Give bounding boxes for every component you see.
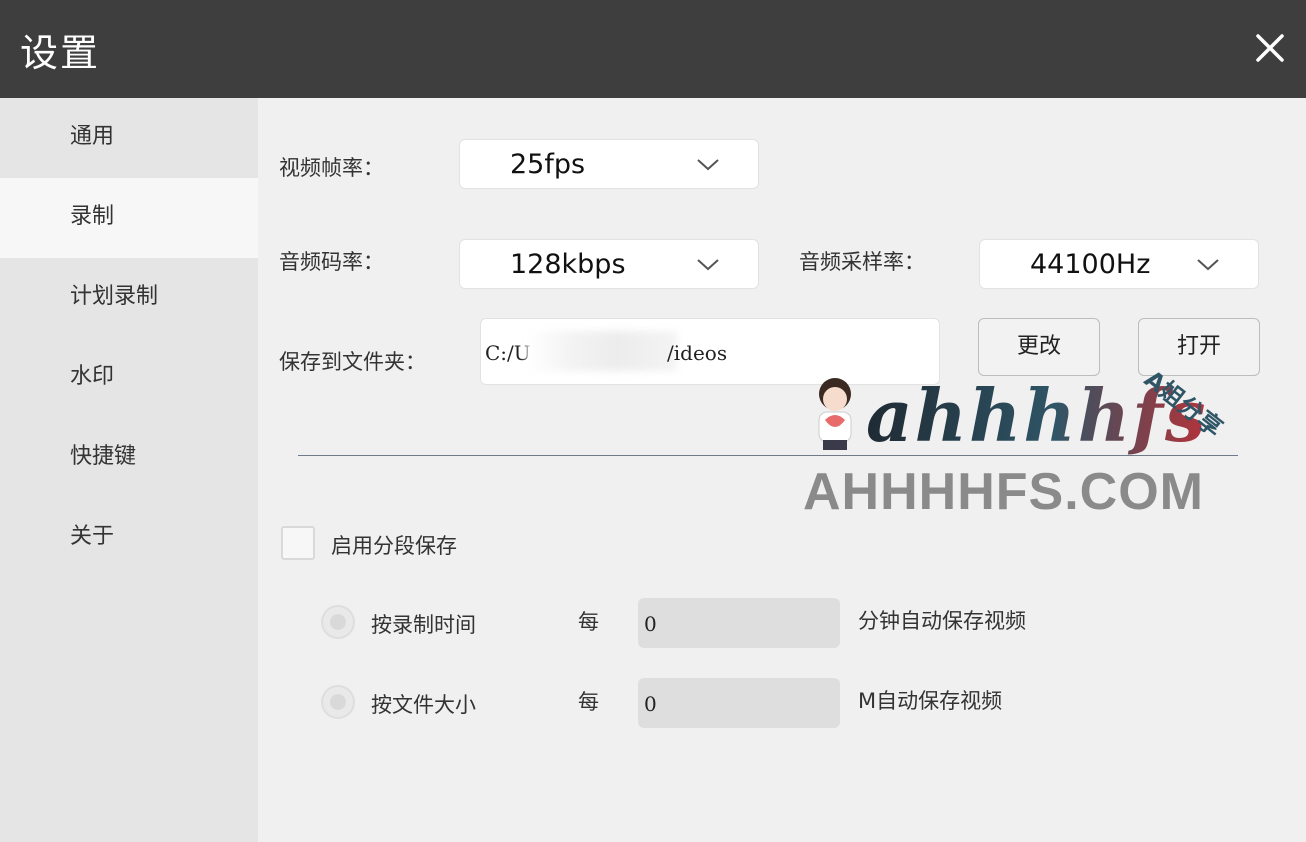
sidebar-item-label: 录制 — [70, 204, 115, 229]
save-path-prefix: C:/U — [485, 341, 531, 365]
audio-bitrate-value: 128kbps — [510, 249, 626, 280]
chevron-down-icon — [697, 259, 719, 271]
sidebar-item-general[interactable]: 通用 — [0, 98, 258, 178]
video-fps-select[interactable]: 25fps — [459, 139, 759, 189]
audio-samplerate-select[interactable]: 44100Hz — [979, 239, 1259, 289]
by-size-mb-value: 0 — [644, 692, 657, 716]
save-path-suffix: /ideos — [667, 341, 728, 365]
close-icon — [1256, 34, 1284, 62]
window-title: 设置 — [20, 31, 101, 75]
sidebar-item-label: 关于 — [70, 524, 115, 549]
sidebar-item-label: 快捷键 — [70, 444, 137, 469]
audio-samplerate-label: 音频采样率： — [799, 250, 925, 274]
sidebar-item-watermark[interactable]: 水印 — [0, 338, 258, 418]
segment-save-checkbox[interactable] — [281, 526, 315, 560]
section-divider — [298, 455, 1238, 456]
sidebar-item-scheduled-recording[interactable]: 计划录制 — [0, 258, 258, 338]
by-size-every-label: 每 — [578, 690, 599, 714]
by-time-minutes-input[interactable]: 0 — [638, 598, 840, 648]
audio-bitrate-label: 音频码率： — [279, 250, 384, 274]
sidebar-item-recording[interactable]: 录制 — [0, 178, 258, 258]
by-size-mb-input[interactable]: 0 — [638, 678, 840, 728]
by-time-every-label: 每 — [578, 610, 599, 634]
by-time-minutes-value: 0 — [644, 612, 657, 636]
settings-panel — [258, 98, 1306, 842]
sidebar-item-label: 计划录制 — [70, 284, 159, 309]
close-button[interactable] — [1248, 26, 1292, 70]
segment-save-label: 启用分段保存 — [331, 534, 457, 558]
chevron-down-icon — [697, 159, 719, 171]
change-folder-button[interactable]: 更改 — [978, 318, 1100, 376]
sidebar: 通用 录制 计划录制 水印 快捷键 关于 — [0, 98, 258, 842]
video-fps-value: 25fps — [510, 149, 586, 180]
sidebar-item-about[interactable]: 关于 — [0, 498, 258, 578]
title-bar: 设置 — [0, 0, 1306, 98]
by-time-label: 按录制时间 — [371, 613, 476, 637]
sidebar-item-label: 水印 — [70, 364, 115, 389]
redacted-path-segment — [527, 331, 677, 371]
save-path-field[interactable]: C:/U /ideos — [480, 318, 940, 385]
save-folder-label: 保存到文件夹： — [279, 350, 426, 374]
by-size-radio[interactable] — [321, 685, 355, 719]
by-time-radio[interactable] — [321, 605, 355, 639]
by-size-label: 按文件大小 — [371, 693, 476, 717]
open-folder-button[interactable]: 打开 — [1138, 318, 1260, 376]
by-time-unit-label: 分钟自动保存视频 — [858, 609, 1026, 633]
chevron-down-icon — [1197, 259, 1219, 271]
audio-samplerate-value: 44100Hz — [1030, 249, 1151, 280]
sidebar-item-hotkeys[interactable]: 快捷键 — [0, 418, 258, 498]
audio-bitrate-select[interactable]: 128kbps — [459, 239, 759, 289]
sidebar-item-label: 通用 — [70, 124, 115, 149]
video-fps-label: 视频帧率： — [279, 156, 384, 180]
by-size-unit-label: M自动保存视频 — [858, 689, 1003, 713]
